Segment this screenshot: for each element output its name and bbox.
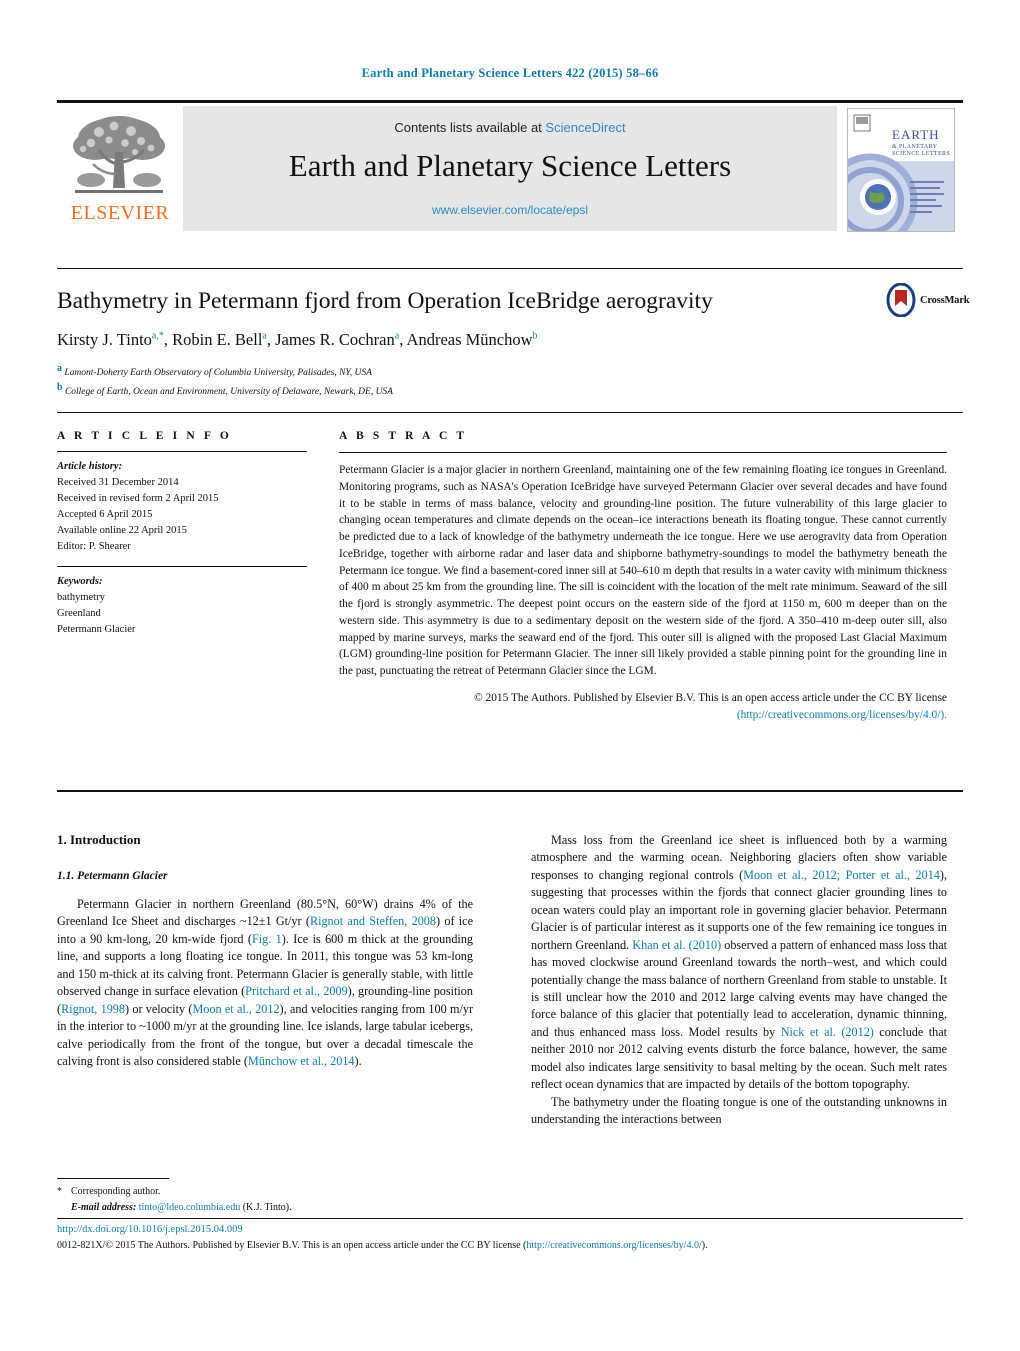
- affiliation-mark: b: [57, 382, 63, 394]
- masthead-band: Contents lists available at ScienceDirec…: [183, 106, 837, 231]
- affiliation-text: College of Earth, Ocean and Environment,…: [64, 387, 393, 398]
- affiliation-text: Lamont-Doherty Earth Observatory of Colu…: [64, 368, 372, 379]
- subsection-heading-petermann-glacier: 1.1. Petermann Glacier: [57, 870, 168, 882]
- corresponding-author-text: Corresponding author.: [71, 1186, 161, 1197]
- abstract-divider: [339, 452, 947, 453]
- footer-divider: [57, 1218, 963, 1219]
- asterisk-icon: *: [57, 1186, 62, 1197]
- keyword-item: Greenland: [57, 607, 101, 619]
- article-page: Earth and Planetary Science Letters 422 …: [0, 0, 1020, 1351]
- abstract-heading: A B S T R A C T: [339, 430, 468, 442]
- keyword-item: Petermann Glacier: [57, 623, 136, 635]
- info-abstract-bottom-divider: [57, 790, 963, 792]
- journal-homepage-link[interactable]: www.elsevier.com/locate/epsl: [183, 203, 837, 217]
- svg-text:EARTH: EARTH: [892, 127, 940, 142]
- elsevier-wordmark: ELSEVIER: [70, 202, 170, 224]
- abstract-copyright: © 2015 The Authors. Published by Elsevie…: [339, 690, 947, 724]
- journal-title: Earth and Planetary Science Letters: [288, 148, 732, 183]
- citation-link[interactable]: Khan et al. (2010): [632, 938, 721, 952]
- issn-tail: ).: [701, 1240, 708, 1251]
- keywords-divider: [57, 565, 307, 567]
- copyright-text: © 2015 The Authors. Published by Elsevie…: [474, 691, 947, 704]
- keywords-block: Keywords: bathymetry Greenland Petermann…: [57, 574, 307, 638]
- article-info-column: A R T I C L E I N F O Article history: R…: [57, 430, 307, 638]
- author-list: Kirsty J. Tintoa,*, Robin E. Bella, Jame…: [57, 330, 538, 349]
- section-heading-introduction: 1. Introduction: [57, 832, 141, 847]
- article-history: Article history: Received 31 December 20…: [57, 459, 307, 555]
- abstract-column: A B S T R A C T Petermann Glacier is a m…: [339, 430, 947, 723]
- citation-link[interactable]: Rignot and Steffen, 2008: [310, 914, 436, 928]
- svg-text:& PLANETARY: & PLANETARY: [892, 144, 938, 150]
- email-label: E-mail address:: [71, 1201, 137, 1213]
- body-right-column: Mass loss from the Greenland ice sheet i…: [531, 832, 947, 1128]
- corresponding-author-note: * Corresponding author.: [57, 1184, 477, 1200]
- keywords-label: Keywords:: [57, 575, 103, 587]
- author-marks: a: [394, 330, 400, 342]
- footnote-divider: [57, 1178, 169, 1179]
- author-name: Kirsty J. Tinto: [57, 330, 152, 349]
- history-item: Available online 22 April 2015: [57, 524, 187, 536]
- citation-link[interactable]: Moon et al., 2012; Porter et al., 2014: [743, 868, 940, 882]
- body-paragraph: Mass loss from the Greenland ice sheet i…: [531, 832, 947, 1094]
- info-abstract-top-divider: [57, 412, 963, 413]
- citation-link[interactable]: Rignot, 1998: [61, 1002, 125, 1016]
- email-link[interactable]: tinto@ldeo.columbia.edu: [139, 1202, 240, 1213]
- text-run: ) or velocity (: [124, 1001, 193, 1016]
- svg-text:SCIENCE LETTERS: SCIENCE LETTERS: [892, 151, 950, 157]
- body-paragraph: The bathymetry under the floating tongue…: [531, 1094, 947, 1126]
- license-link[interactable]: http://creativecommons.org/licenses/by/4…: [526, 1240, 701, 1251]
- history-item: Accepted 6 April 2015: [57, 508, 153, 520]
- elsevier-tree-icon: [73, 116, 165, 193]
- journal-cover-thumbnail: EARTH & PLANETARY SCIENCE LETTERS: [837, 106, 963, 232]
- issn-copyright-line: 0012-821X/© 2015 The Authors. Published …: [57, 1240, 963, 1251]
- affiliation: a Lamont-Doherty Earth Observatory of Co…: [57, 361, 757, 380]
- author-marks: a,*: [151, 330, 164, 342]
- journal-masthead: Contents lists available at ScienceDirec…: [57, 100, 963, 232]
- issn-text: 0012-821X/© 2015 The Authors. Published …: [57, 1240, 527, 1251]
- email-owner: (K.J. Tinto).: [242, 1201, 292, 1213]
- article-info-divider: [57, 451, 307, 452]
- author-name: Andreas Münchow: [406, 330, 533, 349]
- figure-link[interactable]: Fig. 1: [252, 932, 282, 946]
- author-name: James R. Cochran: [275, 330, 395, 349]
- license-link[interactable]: (http://creativecommons.org/licenses/by/…: [737, 709, 947, 721]
- citation-link[interactable]: Nick et al. (2012): [781, 1025, 874, 1039]
- history-item: Received 31 December 2014: [57, 476, 179, 488]
- article-history-label: Article history:: [57, 461, 123, 472]
- history-item: Received in revised form 2 April 2015: [57, 492, 219, 504]
- doi-link[interactable]: http://dx.doi.org/10.1016/j.epsl.2015.04…: [57, 1224, 243, 1235]
- citation-link[interactable]: Pritchard et al., 2009: [245, 984, 348, 998]
- title-divider: [57, 268, 963, 269]
- citation-link[interactable]: Münchow et al., 2014: [248, 1054, 355, 1068]
- footnote-block: * Corresponding author. E-mail address: t…: [57, 1184, 477, 1215]
- contents-available-line: Contents lists available at ScienceDirec…: [183, 120, 837, 135]
- author-marks: a: [262, 330, 267, 342]
- body-paragraph: Petermann Glacier in northern Greenland …: [57, 896, 473, 1070]
- email-note: E-mail address: tinto@ldeo.columbia.edu …: [57, 1200, 477, 1216]
- author-name: Robin E. Bell: [172, 330, 263, 349]
- elsevier-logo: ELSEVIER: [57, 106, 183, 231]
- author-marks: b: [532, 330, 538, 342]
- citation-link[interactable]: Moon et al., 2012: [192, 1002, 279, 1016]
- crossmark-icon: [886, 282, 916, 318]
- sciencedirect-link[interactable]: ScienceDirect: [545, 120, 625, 135]
- text-run: ).: [354, 1053, 362, 1068]
- crossmark-badge[interactable]: CrossMark: [884, 282, 970, 323]
- page-title: Bathymetry in Petermann fjord from Opera…: [57, 288, 713, 314]
- history-item: Editor: P. Shearer: [57, 540, 131, 552]
- abstract-text: Petermann Glacier is a major glacier in …: [339, 464, 947, 678]
- body-left-column: 1. Introduction 1.1. Petermann Glacier P…: [57, 832, 473, 1070]
- affiliation-list: a Lamont-Doherty Earth Observatory of Co…: [57, 361, 757, 400]
- crossmark-label: CrossMark: [920, 295, 970, 306]
- affiliation: b College of Earth, Ocean and Environmen…: [57, 380, 757, 399]
- running-head: Earth and Planetary Science Letters 422 …: [361, 66, 659, 80]
- contents-prefix: Contents lists available at: [394, 120, 546, 135]
- journal-cover-image: EARTH & PLANETARY SCIENCE LETTERS: [848, 109, 954, 231]
- keyword-item: bathymetry: [57, 591, 105, 603]
- article-info-heading: A R T I C L E I N F O: [57, 430, 232, 442]
- affiliation-mark: a: [57, 363, 62, 374]
- text-run: observed a pattern of enhanced mass loss…: [531, 937, 947, 1039]
